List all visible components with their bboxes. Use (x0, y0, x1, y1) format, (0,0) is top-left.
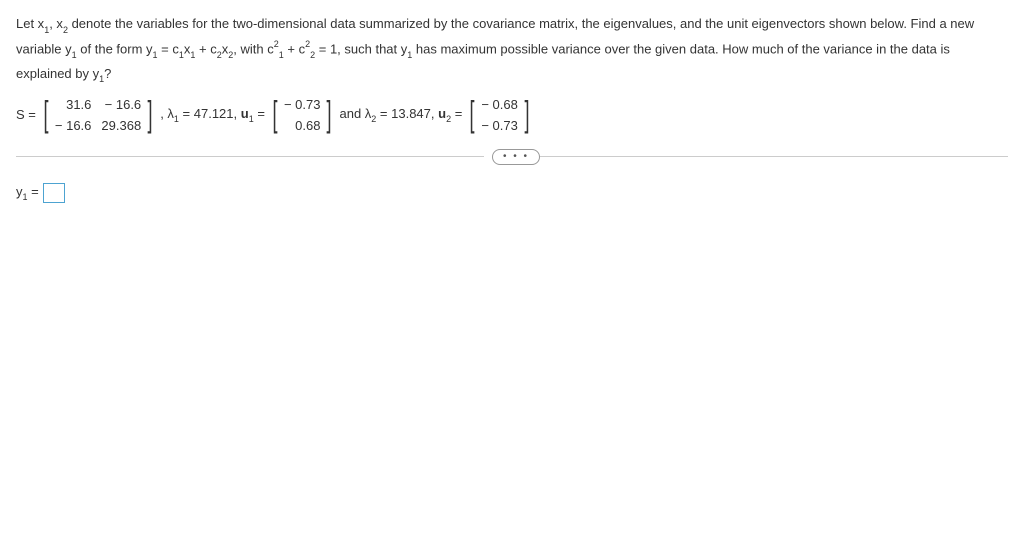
sub: 1 (249, 114, 254, 124)
bracket-right-icon: ] (524, 98, 529, 130)
sub: 1 (23, 192, 28, 202)
equals: = (451, 106, 462, 121)
y1-answer-input[interactable] (43, 183, 65, 203)
sub: 1 (174, 114, 179, 124)
sub: 2 (63, 25, 68, 35)
sub: 1 (153, 50, 158, 60)
u1-label: u (241, 106, 249, 121)
equals: = (28, 184, 39, 199)
sub: 2 (371, 114, 376, 124)
matrix-cell: − 0.73 (284, 97, 321, 112)
divider-line (16, 156, 484, 157)
sup: 2 (305, 39, 310, 49)
lambda2-value: = 13.847, (376, 106, 438, 121)
text: , with c (233, 41, 273, 56)
more-options-button[interactable]: • • • (492, 149, 540, 165)
and-text: and (339, 106, 364, 121)
matrix-cell: − 16.6 (101, 97, 141, 112)
text: Let x (16, 16, 44, 31)
text: , x (49, 16, 63, 31)
text: of the form y (77, 41, 153, 56)
bracket-left-icon: [ (470, 98, 475, 130)
y1-label: y (16, 184, 23, 199)
s-label: S = (16, 107, 36, 122)
bracket-right-icon: ] (148, 98, 153, 130)
sub: 2 (310, 50, 315, 60)
divider-line (540, 156, 1008, 157)
bracket-left-icon: [ (272, 98, 277, 130)
matrix-s: [ 31.6 − 16.6 − 16.6 29.368 ] (41, 95, 155, 135)
bracket-right-icon: ] (327, 98, 332, 130)
lambda-label: λ (167, 106, 174, 121)
text: = 1, such that y (315, 41, 407, 56)
u2-label: u (438, 106, 446, 121)
sub: 2 (217, 50, 222, 60)
matrix-cell: 31.6 (55, 97, 92, 112)
matrix-cell: − 0.68 (481, 97, 518, 112)
text: + c (195, 41, 216, 56)
sub: 1 (279, 50, 284, 60)
text: has maximum possible variance over the g… (16, 41, 950, 81)
sub: 1 (44, 25, 49, 35)
vector-u2: [ − 0.68 − 0.73 ] (467, 95, 532, 135)
sub: 1 (99, 74, 104, 84)
answer-row: y1 = (16, 183, 1008, 203)
sup: 2 (274, 39, 279, 49)
bracket-left-icon: [ (43, 98, 48, 130)
sub: 1 (179, 50, 184, 60)
matrix-cell: 0.68 (284, 118, 321, 133)
vector-u1: [ − 0.73 0.68 ] (270, 95, 335, 135)
sub: 1 (407, 50, 412, 60)
divider-row: • • • (16, 149, 1008, 165)
equals: = (254, 106, 265, 121)
matrix-cell: − 0.73 (481, 118, 518, 133)
sub: 1 (72, 50, 77, 60)
sub: 1 (190, 50, 195, 60)
matrix-cell: − 16.6 (55, 118, 92, 133)
lambda1-value: = 47.121, (179, 106, 241, 121)
sub: 2 (228, 50, 233, 60)
text: + c (284, 41, 305, 56)
given-data-line: S = [ 31.6 − 16.6 − 16.6 29.368 ] , λ1 =… (16, 95, 1008, 135)
text: ? (104, 66, 111, 81)
problem-statement: Let x1, x2 denote the variables for the … (16, 12, 1008, 87)
sub: 2 (446, 114, 451, 124)
text: = c (158, 41, 179, 56)
matrix-cell: 29.368 (101, 118, 141, 133)
